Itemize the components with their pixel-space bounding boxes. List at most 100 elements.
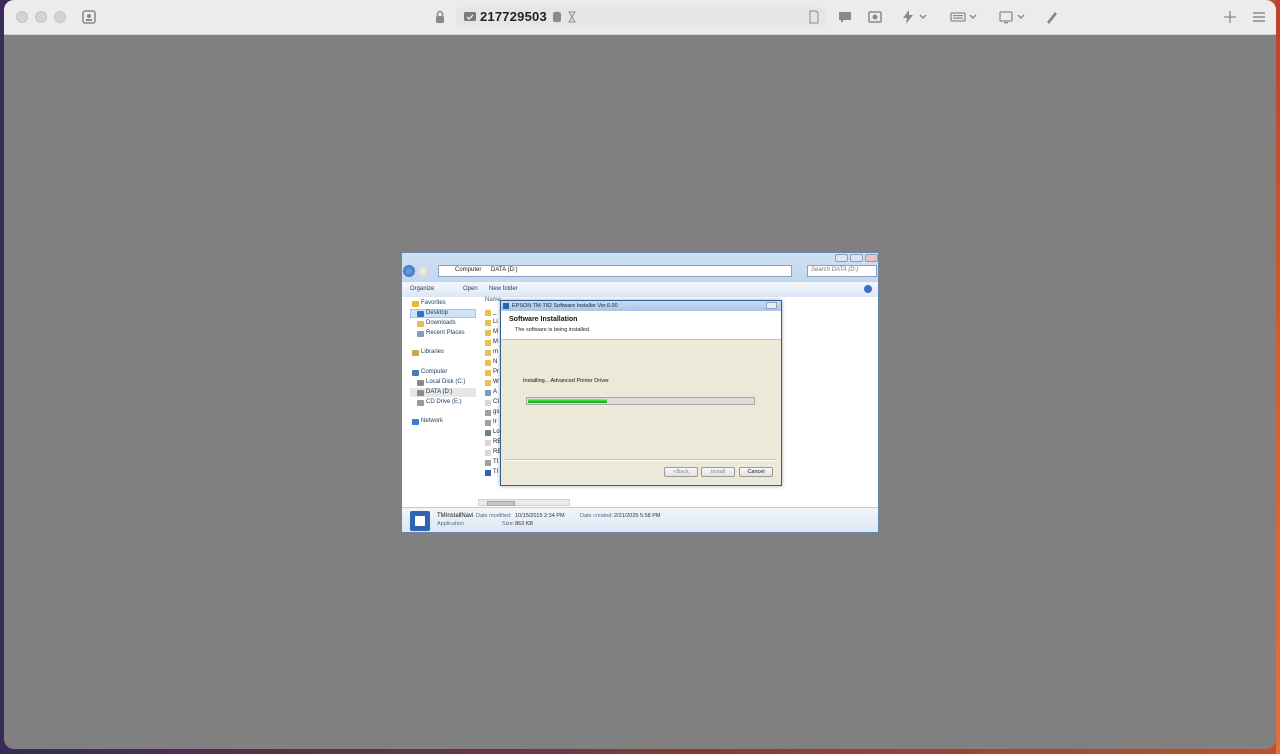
chat-icon[interactable] <box>837 9 853 25</box>
installer-subheading: The software is being installed. <box>515 327 591 333</box>
folder-icon <box>485 350 491 356</box>
desktop-icon <box>417 311 424 317</box>
folder-icon <box>485 370 491 376</box>
back-button[interactable]: <Back <box>664 467 698 477</box>
nav-computer[interactable]: Computer <box>421 369 447 375</box>
explorer-minimize-button[interactable] <box>835 254 848 262</box>
document-icon[interactable] <box>808 10 820 24</box>
folder-icon <box>485 310 491 316</box>
nav-desktop[interactable]: Desktop <box>426 310 448 316</box>
nav-downloads[interactable]: Downloads <box>426 320 456 326</box>
database-icon <box>553 11 561 23</box>
file-icon <box>485 400 491 406</box>
disk-icon <box>417 390 424 396</box>
chevron-down-icon[interactable] <box>968 9 978 25</box>
size-value: 863 KB <box>515 521 534 527</box>
network-icon <box>412 419 419 425</box>
desktop-wallpaper-edge <box>1276 0 1280 754</box>
installer-header: Software Installation The software is be… <box>501 311 781 340</box>
date-modified-label: Date modified: <box>476 513 512 519</box>
nav-recent-places[interactable]: Recent Places <box>426 330 465 336</box>
cd-drive-icon <box>417 400 424 406</box>
star-icon <box>412 301 419 307</box>
nav-favorites[interactable]: Favorites <box>421 300 446 306</box>
explorer-close-button[interactable] <box>865 254 878 262</box>
file-icon <box>485 390 491 396</box>
chevron-down-icon[interactable] <box>918 9 928 25</box>
chevron-down-icon[interactable] <box>1016 9 1026 25</box>
nav-libraries[interactable]: Libraries <box>421 349 444 355</box>
folder-icon <box>485 320 491 326</box>
installer-heading: Software Installation <box>509 316 578 323</box>
size-label: Size: <box>502 521 515 527</box>
folder-icon <box>485 330 491 336</box>
explorer-command-bar: Organize Open New folder <box>402 281 878 297</box>
file-icon <box>485 450 491 456</box>
cancel-button[interactable]: Cancel <box>739 467 773 477</box>
explorer-address-bar[interactable]: Computer DATA (D:) <box>438 265 792 277</box>
details-pane: TMInstallNavi Application Date modified:… <box>402 507 878 532</box>
help-icon[interactable] <box>864 285 872 293</box>
add-tab-icon[interactable] <box>1222 9 1238 25</box>
file-icon <box>485 430 491 436</box>
selected-file-name: TMInstallNavi <box>437 513 474 519</box>
application-icon <box>410 511 430 531</box>
contact-card-icon[interactable] <box>81 9 97 25</box>
nav-cd-drive[interactable]: CD Drive (E:) <box>426 399 462 405</box>
session-id: 217729503 <box>480 9 547 24</box>
menu-icon[interactable] <box>1251 9 1267 25</box>
date-created-label: Date created: <box>580 513 614 519</box>
lock-icon[interactable] <box>432 9 448 25</box>
install-progress-fill <box>528 399 607 403</box>
explorer-title-area: Computer DATA (D:) Search DATA (D:) Orga… <box>402 253 878 297</box>
actions-bolt-icon[interactable] <box>900 9 916 25</box>
installer-divider <box>505 459 777 461</box>
nav-local-disk[interactable]: Local Disk (C:) <box>426 379 465 385</box>
scrollbar-thumb[interactable] <box>487 501 515 506</box>
forward-arrow-icon[interactable] <box>417 265 429 277</box>
nav-data-drive[interactable]: DATA (D:) <box>426 389 452 395</box>
install-button[interactable]: Install <box>701 467 735 477</box>
installer-title-bar[interactable]: EPSON TM-T82 Software Installer Ver.6.00 <box>501 301 781 311</box>
annotate-pen-icon[interactable] <box>1044 9 1060 25</box>
file-icon <box>485 460 491 466</box>
close-window-button[interactable] <box>16 11 28 23</box>
computer-icon <box>412 370 419 376</box>
breadcrumb-computer[interactable]: Computer <box>455 267 481 273</box>
install-progress-bar <box>526 397 755 405</box>
selected-file-type: Application <box>437 521 464 527</box>
disk-icon <box>417 380 424 386</box>
hourglass-icon <box>568 11 576 23</box>
app-icon <box>485 470 491 476</box>
column-header-name[interactable]: Name <box>485 297 501 303</box>
open-button[interactable]: Open <box>463 286 478 292</box>
downloads-folder-icon <box>417 321 424 327</box>
breadcrumb-data-drive[interactable]: DATA (D:) <box>491 267 517 273</box>
installer-app-icon <box>503 303 509 309</box>
search-placeholder: Search DATA (D:) <box>811 267 859 273</box>
date-created-value: 2/21/2025 5:58 PM <box>614 513 661 519</box>
organize-button[interactable]: Organize <box>410 286 434 292</box>
folder-icon <box>485 360 491 366</box>
screenshot-icon[interactable] <box>867 9 883 25</box>
installer-close-button[interactable] <box>766 302 777 309</box>
zoom-window-button[interactable] <box>54 11 66 23</box>
minimize-window-button[interactable] <box>35 11 47 23</box>
folder-icon <box>485 340 491 346</box>
keyboard-icon[interactable] <box>950 9 966 25</box>
explorer-maximize-button[interactable] <box>850 254 863 262</box>
file-icon <box>485 410 491 416</box>
recent-places-icon <box>417 331 424 337</box>
nav-network[interactable]: Network <box>421 418 443 424</box>
viewer-toolbar: 217729503 <box>4 0 1276 35</box>
horizontal-scrollbar[interactable] <box>478 499 570 506</box>
explorer-search-input[interactable]: Search DATA (D:) <box>807 265 877 277</box>
new-folder-button[interactable]: New folder <box>489 286 518 292</box>
explorer-nav-pane: Favorites Desktop Downloads Recent Place… <box>402 297 478 507</box>
installer-title: EPSON TM-T82 Software Installer Ver.6.00 <box>512 303 618 309</box>
display-icon[interactable] <box>998 9 1014 25</box>
back-arrow-icon[interactable] <box>403 265 415 277</box>
file-icon <box>485 440 491 446</box>
remote-screen: Computer DATA (D:) Search DATA (D:) Orga… <box>401 252 879 533</box>
session-address-box[interactable]: 217729503 <box>456 7 826 27</box>
